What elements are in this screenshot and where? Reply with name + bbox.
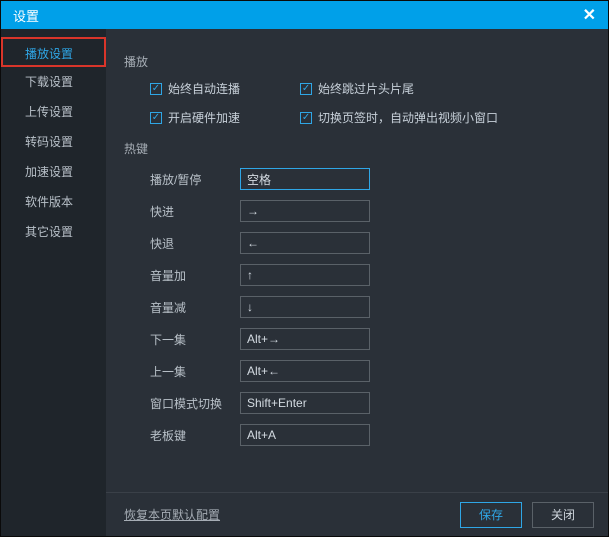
hotkey-label: 音量加 [150, 267, 240, 284]
close-icon[interactable]: ✕ [579, 5, 600, 25]
hotkey-label: 播放/暂停 [150, 171, 240, 188]
hotkey-label: 上一集 [150, 363, 240, 380]
hotkeys-section: 热键 播放/暂停 快进 快退 音量加 [124, 140, 590, 447]
hotkey-label: 老板键 [150, 427, 240, 444]
sidebar-item-playback[interactable]: 播放设置 [1, 37, 106, 67]
hotkey-row-backward: 快退 [150, 231, 590, 255]
hotkey-input-window-mode[interactable] [240, 392, 370, 414]
checkbox-popout[interactable]: ✓ 切换页签时，自动弹出视频小窗口 [300, 109, 498, 126]
sidebar: 播放设置 下载设置 上传设置 转码设置 加速设置 软件版本 其它设置 [1, 29, 106, 536]
hotkey-label: 快进 [150, 203, 240, 220]
window-body: 播放设置 下载设置 上传设置 转码设置 加速设置 软件版本 其它设置 播放 ✓ … [1, 29, 608, 536]
checkbox-label: 切换页签时，自动弹出视频小窗口 [318, 109, 498, 126]
sidebar-item-version[interactable]: 软件版本 [1, 187, 106, 217]
check-icon: ✓ [150, 83, 162, 95]
hotkey-row-forward: 快进 [150, 199, 590, 223]
check-icon: ✓ [300, 83, 312, 95]
titlebar: 设置 ✕ [1, 1, 608, 29]
check-icon: ✓ [300, 112, 312, 124]
section-title-playback: 播放 [124, 53, 590, 70]
section-title-hotkeys: 热键 [124, 140, 590, 157]
sidebar-item-label: 加速设置 [25, 165, 73, 179]
sidebar-item-label: 播放设置 [25, 47, 73, 61]
checkbox-skip-headtail[interactable]: ✓ 始终跳过片头片尾 [300, 80, 414, 97]
hotkey-row-vol-down: 音量减 [150, 295, 590, 319]
hotkey-input-play-pause[interactable] [240, 168, 370, 190]
content-area: 播放 ✓ 始终自动连播 ✓ 始终跳过片头片尾 ✓ 开启硬件加速 [106, 29, 608, 492]
checkbox-label: 始终跳过片头片尾 [318, 80, 414, 97]
hotkey-label: 下一集 [150, 331, 240, 348]
hotkey-input-backward[interactable] [240, 232, 370, 254]
restore-defaults-link[interactable]: 恢复本页默认配置 [124, 506, 220, 523]
sidebar-item-upload[interactable]: 上传设置 [1, 97, 106, 127]
sidebar-item-label: 下载设置 [25, 75, 73, 89]
check-icon: ✓ [150, 112, 162, 124]
sidebar-item-transcode[interactable]: 转码设置 [1, 127, 106, 157]
checkbox-row: ✓ 始终自动连播 ✓ 始终跳过片头片尾 [150, 80, 590, 97]
settings-window: 设置 ✕ 播放设置 下载设置 上传设置 转码设置 加速设置 软件版本 其它设置 … [0, 0, 609, 537]
hotkey-input-prev-ep[interactable] [240, 360, 370, 382]
checkbox-label: 开启硬件加速 [168, 109, 240, 126]
checkbox-hw-accel[interactable]: ✓ 开启硬件加速 [150, 109, 240, 126]
hotkey-input-vol-down[interactable] [240, 296, 370, 318]
hotkey-row-boss-key: 老板键 [150, 423, 590, 447]
hotkey-input-forward[interactable] [240, 200, 370, 222]
hotkey-label: 窗口模式切换 [150, 395, 240, 412]
footer: 恢复本页默认配置 保存 关闭 [106, 492, 608, 536]
hotkey-label: 音量减 [150, 299, 240, 316]
hotkey-input-boss-key[interactable] [240, 424, 370, 446]
checkbox-autoplay[interactable]: ✓ 始终自动连播 [150, 80, 240, 97]
main-panel: 播放 ✓ 始终自动连播 ✓ 始终跳过片头片尾 ✓ 开启硬件加速 [106, 29, 608, 536]
sidebar-item-label: 软件版本 [25, 195, 73, 209]
hotkey-row-next-ep: 下一集 [150, 327, 590, 351]
hotkey-row-window-mode: 窗口模式切换 [150, 391, 590, 415]
hotkey-row-vol-up: 音量加 [150, 263, 590, 287]
close-button[interactable]: 关闭 [532, 502, 594, 528]
checkbox-label: 始终自动连播 [168, 80, 240, 97]
sidebar-item-accelerate[interactable]: 加速设置 [1, 157, 106, 187]
hotkey-input-vol-up[interactable] [240, 264, 370, 286]
hotkey-label: 快退 [150, 235, 240, 252]
sidebar-item-download[interactable]: 下载设置 [1, 67, 106, 97]
checkbox-row: ✓ 开启硬件加速 ✓ 切换页签时，自动弹出视频小窗口 [150, 109, 590, 126]
hotkey-row-prev-ep: 上一集 [150, 359, 590, 383]
sidebar-item-label: 其它设置 [25, 225, 73, 239]
sidebar-item-other[interactable]: 其它设置 [1, 217, 106, 247]
hotkey-input-next-ep[interactable] [240, 328, 370, 350]
footer-buttons: 保存 关闭 [460, 502, 594, 528]
save-button[interactable]: 保存 [460, 502, 522, 528]
hotkey-row-play-pause: 播放/暂停 [150, 167, 590, 191]
sidebar-item-label: 转码设置 [25, 135, 73, 149]
sidebar-item-label: 上传设置 [25, 105, 73, 119]
window-title: 设置 [13, 6, 39, 25]
